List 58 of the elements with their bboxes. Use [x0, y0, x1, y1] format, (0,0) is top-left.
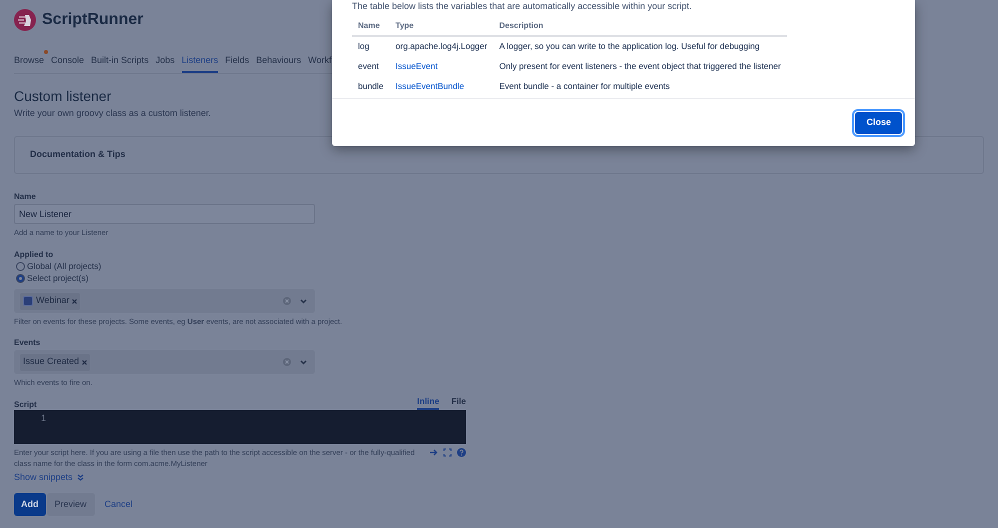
column-header: Type: [390, 16, 494, 36]
table-cell-text: Event bundle - a container for multiple events: [498, 80, 671, 93]
table-cell-text: event: [357, 60, 380, 73]
chevron-down-icon[interactable]: [300, 360, 307, 364]
close-button[interactable]: Close: [855, 112, 902, 134]
nav-tab[interactable]: Jobs: [156, 54, 175, 73]
double-chevron-down-icon: [76, 474, 84, 481]
column-header: Description: [493, 16, 787, 36]
project-avatar-icon: [23, 296, 33, 306]
table-cell-text: bundle: [357, 80, 385, 93]
multi-select-field[interactable]: Webinar: [14, 289, 315, 313]
table-cell-text: Only present for event listeners - the event object that triggered the listener: [498, 60, 782, 73]
nav-tab[interactable]: Console: [51, 54, 84, 73]
field-label: Name: [14, 192, 36, 202]
table-cell: log: [352, 36, 390, 56]
nav-tab[interactable]: Behaviours: [256, 54, 302, 73]
field-label: Applied to: [14, 250, 54, 260]
docs-panel-title: Documentation & Tips: [30, 148, 126, 162]
nav-tab[interactable]: Browse: [14, 54, 44, 73]
primary-button[interactable]: Add: [14, 493, 46, 516]
type-link[interactable]: IssueEventBundle: [396, 80, 464, 91]
fullscreen-icon[interactable]: [443, 448, 452, 457]
nav-tab[interactable]: Fields: [225, 54, 250, 73]
chevron-down-icon[interactable]: [300, 298, 307, 304]
selected-chip: Issue Created: [20, 354, 90, 370]
multi-select-field[interactable]: Issue Created: [14, 350, 315, 374]
selected-chip: Webinar: [20, 292, 80, 310]
type-link[interactable]: IssueEvent: [396, 60, 438, 71]
line-number: 1: [40, 412, 46, 425]
secondary-button[interactable]: Preview: [46, 493, 95, 516]
script-mode-tab[interactable]: File: [451, 396, 466, 410]
clear-icon[interactable]: [283, 297, 291, 305]
radio-label: Select project(s): [27, 272, 88, 284]
code-editor[interactable]: 1: [14, 410, 466, 444]
logo-icon: [14, 9, 36, 31]
modal-intro-text: The table below lists the variables that are automatically accessible within your script.: [352, 0, 693, 12]
field-label: Script: [14, 400, 37, 410]
radio-button[interactable]: [16, 274, 25, 282]
remove-chip-icon[interactable]: [82, 360, 88, 364]
arrow-right-icon[interactable]: [429, 448, 438, 457]
name-input-field[interactable]: New Listener: [14, 204, 315, 224]
help-icon[interactable]: [457, 448, 466, 457]
radio-label: Global (All projects): [27, 260, 102, 272]
page-title: Custom listener: [14, 87, 112, 105]
app-title: ScriptRunner: [42, 10, 144, 30]
clear-icon[interactable]: [283, 358, 291, 366]
column-header: Name: [352, 16, 390, 36]
field-label: Events: [14, 338, 40, 348]
remove-chip-icon[interactable]: [72, 298, 78, 304]
nav-tab[interactable]: Workf: [308, 54, 332, 73]
table-cell: org.apache.log4j.Logger: [396, 41, 488, 52]
page-subtitle: Write your own groovy class as a custom listener.: [14, 108, 211, 119]
nav-tab[interactable]: Built-in Scripts: [91, 54, 149, 73]
table-cell: A logger, so you can write to the application log. Useful for debugging: [493, 36, 787, 56]
show-snippets-link[interactable]: Show snippets: [14, 472, 84, 483]
nav-tab[interactable]: Listeners: [182, 54, 218, 73]
text-link-button[interactable]: Cancel: [96, 493, 142, 516]
radio-button[interactable]: [16, 262, 25, 270]
